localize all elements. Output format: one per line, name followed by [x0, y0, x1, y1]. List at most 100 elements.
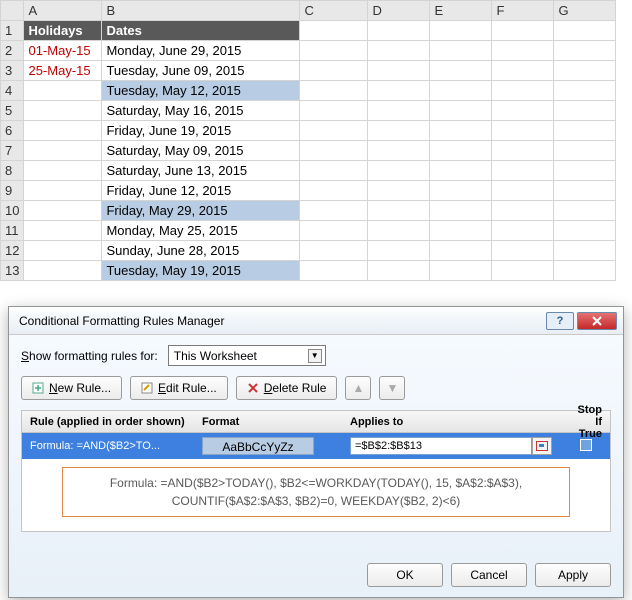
cell-F13[interactable]: [492, 261, 554, 281]
cell-C5[interactable]: [300, 101, 368, 121]
move-down-button[interactable]: ▼: [379, 376, 405, 400]
col-header-C[interactable]: C: [300, 1, 368, 21]
cell-B7[interactable]: Saturday, May 09, 2015: [102, 141, 300, 161]
row-header-4[interactable]: 4: [1, 81, 24, 101]
cell-C10[interactable]: [300, 201, 368, 221]
row-header-1[interactable]: 1: [1, 21, 24, 41]
stop-if-true-checkbox[interactable]: [580, 439, 592, 451]
cell-A8[interactable]: [24, 161, 102, 181]
cell-C12[interactable]: [300, 241, 368, 261]
col-header-D[interactable]: D: [368, 1, 430, 21]
cell-A13[interactable]: [24, 261, 102, 281]
cell-D7[interactable]: [368, 141, 430, 161]
cell-C11[interactable]: [300, 221, 368, 241]
cell-C9[interactable]: [300, 181, 368, 201]
cell-C8[interactable]: [300, 161, 368, 181]
cell-E2[interactable]: [430, 41, 492, 61]
cell-G2[interactable]: [554, 41, 616, 61]
apply-button[interactable]: Apply: [535, 563, 611, 587]
cell-A2[interactable]: 01-May-15: [24, 41, 102, 61]
spreadsheet-grid[interactable]: A B C D E F G 1HolidaysDates201-May-15Mo…: [0, 0, 616, 281]
cell-G9[interactable]: [554, 181, 616, 201]
cell-E6[interactable]: [430, 121, 492, 141]
help-button[interactable]: ?: [546, 312, 574, 330]
dialog-titlebar[interactable]: Conditional Formatting Rules Manager ?: [9, 307, 623, 335]
cell-B9[interactable]: Friday, June 12, 2015: [102, 181, 300, 201]
cell-E8[interactable]: [430, 161, 492, 181]
cell-E1[interactable]: [430, 21, 492, 41]
cell-F5[interactable]: [492, 101, 554, 121]
cell-F7[interactable]: [492, 141, 554, 161]
row-header-5[interactable]: 5: [1, 101, 24, 121]
cell-A1[interactable]: Holidays: [24, 21, 102, 41]
cell-G13[interactable]: [554, 261, 616, 281]
cancel-button[interactable]: Cancel: [451, 563, 527, 587]
cell-D1[interactable]: [368, 21, 430, 41]
cell-D12[interactable]: [368, 241, 430, 261]
row-header-6[interactable]: 6: [1, 121, 24, 141]
row-header-10[interactable]: 10: [1, 201, 24, 221]
cell-B13[interactable]: Tuesday, May 19, 2015: [102, 261, 300, 281]
cell-F9[interactable]: [492, 181, 554, 201]
cell-G10[interactable]: [554, 201, 616, 221]
delete-rule-button[interactable]: Delete Rule: [236, 376, 338, 400]
cell-B2[interactable]: Monday, June 29, 2015: [102, 41, 300, 61]
cell-C1[interactable]: [300, 21, 368, 41]
cell-E11[interactable]: [430, 221, 492, 241]
rule-row[interactable]: Formula: =AND($B2>TO... AaBbCcYyZz =$B$2…: [22, 433, 610, 459]
row-header-3[interactable]: 3: [1, 61, 24, 81]
cell-B10[interactable]: Friday, May 29, 2015: [102, 201, 300, 221]
row-header-9[interactable]: 9: [1, 181, 24, 201]
cell-D10[interactable]: [368, 201, 430, 221]
cell-E13[interactable]: [430, 261, 492, 281]
cell-D5[interactable]: [368, 101, 430, 121]
col-header-E[interactable]: E: [430, 1, 492, 21]
cell-D6[interactable]: [368, 121, 430, 141]
cell-E12[interactable]: [430, 241, 492, 261]
col-header-G[interactable]: G: [554, 1, 616, 21]
ok-button[interactable]: OK: [367, 563, 443, 587]
cell-D2[interactable]: [368, 41, 430, 61]
cell-G11[interactable]: [554, 221, 616, 241]
cell-B8[interactable]: Saturday, June 13, 2015: [102, 161, 300, 181]
cell-G7[interactable]: [554, 141, 616, 161]
move-up-button[interactable]: ▲: [345, 376, 371, 400]
new-rule-button[interactable]: New Rule...: [21, 376, 122, 400]
cell-A3[interactable]: 25-May-15: [24, 61, 102, 81]
row-header-8[interactable]: 8: [1, 161, 24, 181]
cell-G1[interactable]: [554, 21, 616, 41]
cell-G12[interactable]: [554, 241, 616, 261]
cell-B6[interactable]: Friday, June 19, 2015: [102, 121, 300, 141]
cell-B3[interactable]: Tuesday, June 09, 2015: [102, 61, 300, 81]
cell-B12[interactable]: Sunday, June 28, 2015: [102, 241, 300, 261]
row-header-2[interactable]: 2: [1, 41, 24, 61]
cell-B11[interactable]: Monday, May 25, 2015: [102, 221, 300, 241]
cell-A4[interactable]: [24, 81, 102, 101]
cell-F10[interactable]: [492, 201, 554, 221]
cell-F12[interactable]: [492, 241, 554, 261]
cell-E10[interactable]: [430, 201, 492, 221]
cell-D8[interactable]: [368, 161, 430, 181]
cell-D3[interactable]: [368, 61, 430, 81]
row-header-11[interactable]: 11: [1, 221, 24, 241]
cell-D4[interactable]: [368, 81, 430, 101]
cell-D11[interactable]: [368, 221, 430, 241]
col-header-F[interactable]: F: [492, 1, 554, 21]
edit-rule-button[interactable]: Edit Rule...: [130, 376, 228, 400]
cell-D9[interactable]: [368, 181, 430, 201]
cell-A6[interactable]: [24, 121, 102, 141]
cell-F3[interactable]: [492, 61, 554, 81]
col-header-A[interactable]: A: [24, 1, 102, 21]
cell-C6[interactable]: [300, 121, 368, 141]
cell-A11[interactable]: [24, 221, 102, 241]
col-header-B[interactable]: B: [102, 1, 300, 21]
cell-F2[interactable]: [492, 41, 554, 61]
cell-C4[interactable]: [300, 81, 368, 101]
cell-F11[interactable]: [492, 221, 554, 241]
cell-E3[interactable]: [430, 61, 492, 81]
cell-G3[interactable]: [554, 61, 616, 81]
cell-E5[interactable]: [430, 101, 492, 121]
cell-A5[interactable]: [24, 101, 102, 121]
cell-E7[interactable]: [430, 141, 492, 161]
cell-B4[interactable]: Tuesday, May 12, 2015: [102, 81, 300, 101]
